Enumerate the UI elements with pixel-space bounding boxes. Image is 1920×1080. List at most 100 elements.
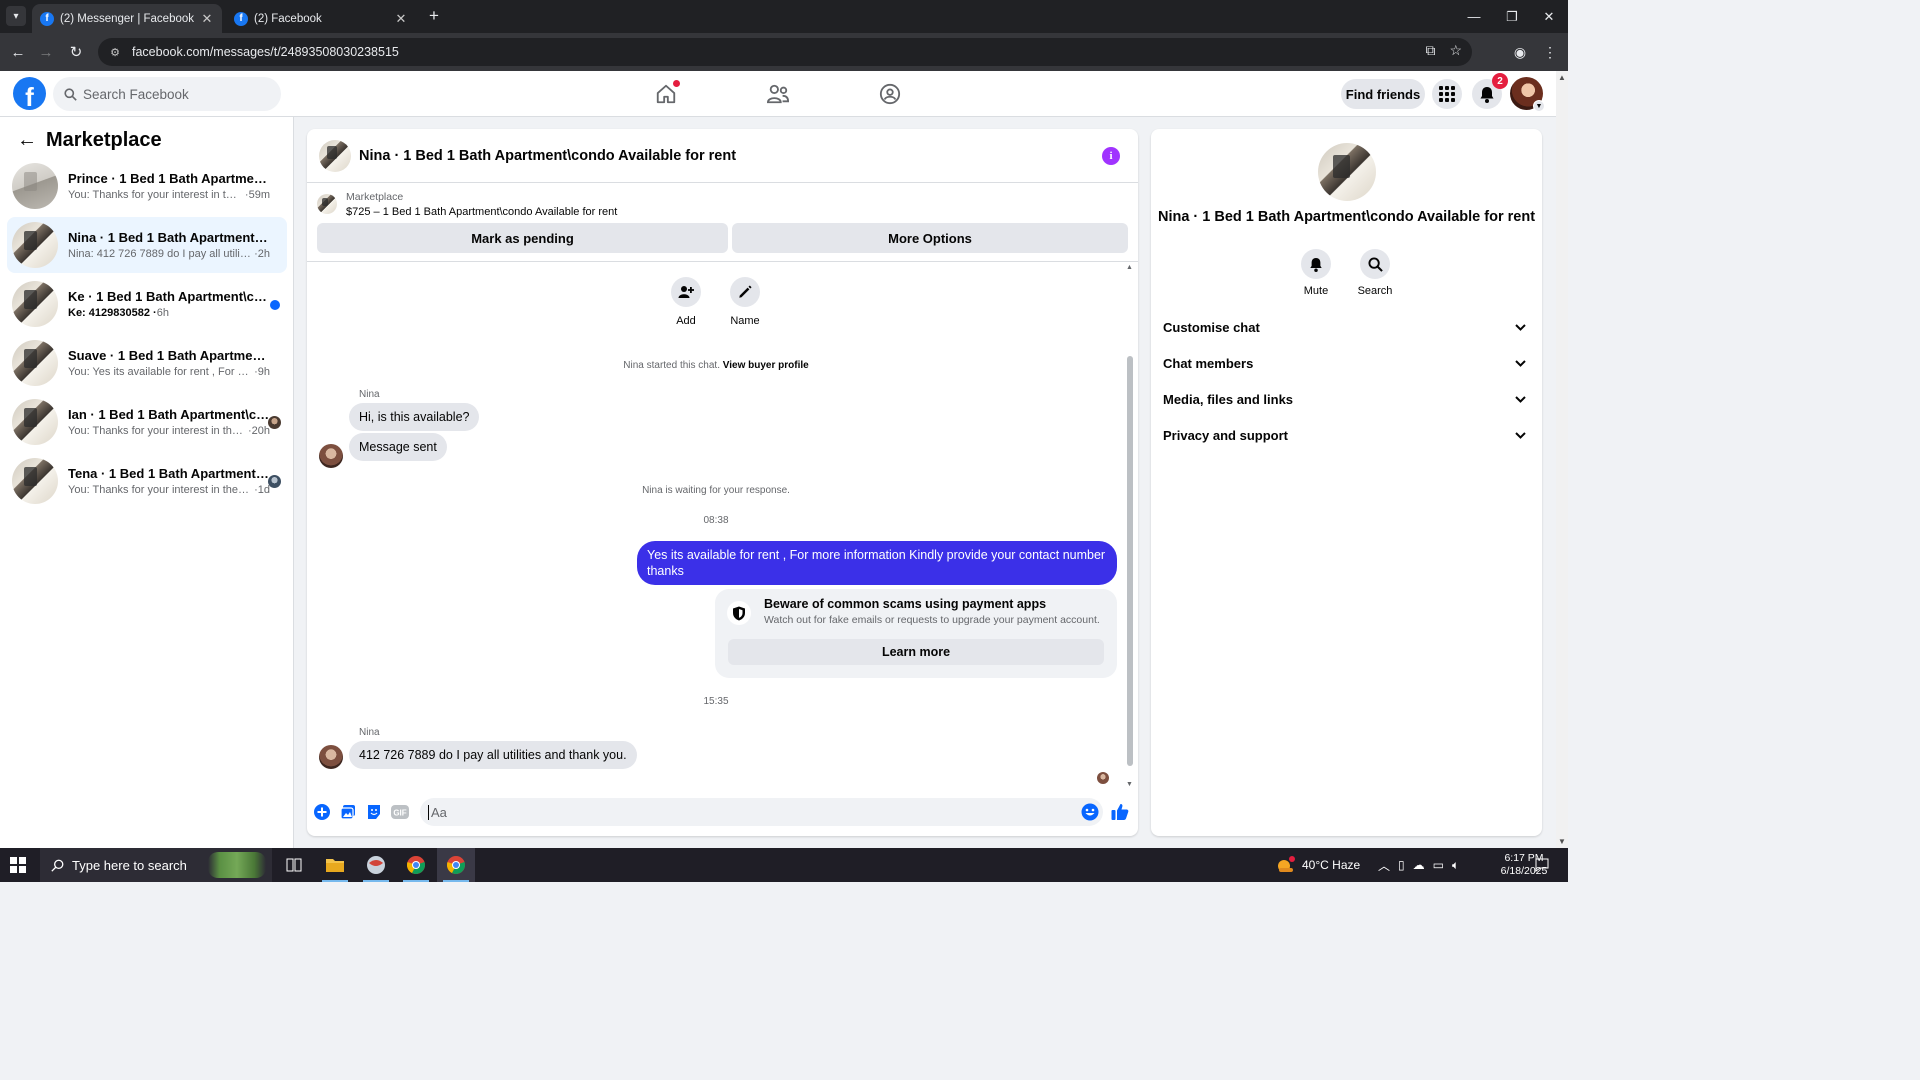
conversation-item-tena[interactable]: Tena · 1 Bed 1 Bath Apartment\condo Avai… — [7, 453, 287, 509]
device-icon[interactable]: ▯ — [1398, 858, 1405, 872]
incoming-message[interactable]: Message sent — [349, 433, 447, 461]
bookmark-star-icon[interactable]: ☆ — [1449, 42, 1462, 59]
mute-action[interactable]: Mute — [1291, 249, 1341, 297]
chevron-up-icon[interactable]: ︿ — [1378, 857, 1390, 874]
browser-tab-messenger[interactable]: f (2) Messenger | Facebook ✕ — [32, 4, 222, 33]
scroll-up-arrow-icon[interactable]: ▲ — [1126, 264, 1133, 271]
new-tab-button[interactable]: + — [424, 6, 444, 26]
left-panel-header: ← Marketplace — [16, 129, 162, 152]
info-title: Nina · 1 Bed 1 Bath Apartment\condo Avai… — [1157, 209, 1536, 225]
chat-scrollbar[interactable]: ▲ ▼ — [1126, 264, 1134, 788]
conversation-item-suave[interactable]: Suave · 1 Bed 1 Bath Apartment\condo Ava… — [7, 335, 287, 391]
more-options-button[interactable]: More Options — [732, 223, 1128, 253]
volume-icon[interactable]: 🔈︎ — [1452, 858, 1459, 873]
chat-profile-picture[interactable] — [1318, 143, 1376, 201]
scam-warning-card: Beware of common scams using payment app… — [715, 589, 1117, 678]
taskbar-search[interactable]: Type here to search — [40, 848, 272, 882]
chat-info-panel: Nina · 1 Bed 1 Bath Apartment\condo Avai… — [1151, 129, 1542, 836]
chevron-down-icon — [1513, 428, 1527, 442]
info-icon[interactable]: i — [1102, 147, 1120, 165]
address-bar[interactable]: ⚙ facebook.com/messages/t/24893508030238… — [98, 38, 1472, 66]
search-input[interactable] — [83, 86, 263, 102]
back-arrow-icon[interactable]: ← — [16, 129, 38, 152]
sticker-icon[interactable] — [365, 803, 383, 821]
back-button[interactable]: ← — [7, 41, 29, 63]
chat-avatar[interactable] — [319, 140, 351, 172]
account-avatar[interactable]: ▼ — [1510, 77, 1545, 112]
gif-icon[interactable]: GIF — [391, 803, 409, 821]
scrollbar-thumb[interactable] — [1127, 356, 1133, 766]
search-in-chat-action[interactable]: Search — [1350, 249, 1400, 297]
restore-window-button[interactable]: ❐ — [1493, 0, 1531, 33]
tab-search-button[interactable]: ▾ — [6, 6, 26, 26]
close-tab-icon[interactable]: ✕ — [200, 11, 214, 27]
sender-avatar[interactable] — [319, 745, 343, 769]
groups-nav[interactable] — [875, 79, 905, 109]
conversation-item-prince[interactable]: Prince · 1 Bed 1 Bath Apartment\condo Av… — [7, 158, 287, 214]
message-input-box[interactable] — [420, 798, 1103, 826]
home-nav[interactable] — [651, 79, 681, 109]
sender-avatar[interactable] — [319, 444, 343, 468]
thumbs-up-icon[interactable] — [1110, 802, 1130, 822]
friends-icon — [766, 84, 790, 104]
chevron-down-icon — [1513, 320, 1527, 334]
conversation-item-ke[interactable]: Ke · 1 Bed 1 Bath Apartment\condo Availa… — [7, 276, 287, 332]
mark-as-pending-button[interactable]: Mark as pending — [317, 223, 728, 253]
media-files-links-section[interactable]: Media, files and links — [1163, 384, 1533, 414]
menu-button[interactable] — [1432, 79, 1462, 109]
chrome-profile-icon[interactable] — [437, 848, 475, 882]
scroll-up-arrow-icon[interactable]: ▲ — [1558, 73, 1566, 82]
url-text: facebook.com/messages/t/2489350803023851… — [132, 45, 399, 59]
bell-icon — [1480, 86, 1494, 103]
notifications-button[interactable]: 2 — [1472, 73, 1508, 109]
name-chat-action[interactable]: Name — [715, 277, 775, 327]
site-info-icon[interactable]: ⚙ — [108, 45, 122, 59]
page-scrollbar[interactable]: ▲ ▼ — [1556, 71, 1568, 848]
chat-members-section[interactable]: Chat members — [1163, 348, 1533, 378]
notifications-center-icon[interactable] — [1530, 848, 1554, 882]
learn-more-button[interactable]: Learn more — [728, 639, 1104, 665]
home-notification-dot — [673, 80, 680, 87]
file-explorer-icon[interactable] — [316, 848, 354, 882]
facebook-logo[interactable]: f — [13, 77, 46, 110]
profile-icon[interactable]: ◉ — [1509, 41, 1531, 63]
reload-button[interactable]: ↻ — [65, 41, 87, 63]
install-app-icon[interactable]: ⧉ — [1425, 42, 1435, 59]
task-view-icon[interactable] — [275, 848, 313, 882]
emoji-icon[interactable] — [1081, 803, 1099, 821]
scroll-down-arrow-icon[interactable]: ▼ — [1126, 781, 1133, 788]
conversation-name: Ian · 1 Bed 1 Bath Apartment\condo Avail… — [68, 407, 270, 422]
forward-button[interactable]: → — [35, 41, 57, 63]
add-people-action[interactable]: Add — [656, 277, 716, 327]
windows-start-icon[interactable] — [10, 857, 26, 873]
incoming-message[interactable]: 412 726 7889 do I pay all utilities and … — [349, 741, 637, 769]
cloud-icon[interactable]: ☁ — [1413, 858, 1425, 872]
view-buyer-profile-link[interactable]: View buyer profile — [723, 360, 809, 371]
app-icon[interactable] — [357, 848, 395, 882]
weather-widget[interactable]: 40°C Haze — [1276, 848, 1360, 882]
close-window-button[interactable]: ✕ — [1530, 0, 1568, 33]
message-input[interactable] — [428, 804, 1068, 820]
chrome-icon[interactable] — [397, 848, 435, 882]
facebook-search[interactable] — [53, 77, 281, 111]
privacy-support-section[interactable]: Privacy and support — [1163, 420, 1533, 450]
scam-warning-title: Beware of common scams using payment app… — [764, 597, 1047, 611]
chat-title[interactable]: Nina · 1 Bed 1 Bath Apartment\condo Avai… — [359, 148, 736, 164]
marketplace-listing-banner[interactable]: Marketplace $725 – 1 Bed 1 Bath Apartmen… — [317, 191, 1128, 221]
outgoing-message[interactable]: Yes its available for rent , For more in… — [637, 541, 1117, 585]
find-friends-button[interactable]: Find friends — [1341, 79, 1425, 109]
incoming-message[interactable]: Hi, is this available? — [349, 403, 480, 431]
close-tab-icon[interactable]: ✕ — [394, 11, 408, 27]
plus-circle-icon[interactable] — [313, 803, 331, 821]
friends-nav[interactable] — [763, 79, 793, 109]
notification-badge: 2 — [1492, 73, 1508, 89]
photo-icon[interactable] — [339, 803, 357, 821]
customise-chat-section[interactable]: Customise chat — [1163, 312, 1533, 342]
network-icon[interactable]: ▭ — [1433, 858, 1444, 872]
conversation-item-nina[interactable]: Nina · 1 Bed 1 Bath Apartment\condo Avai… — [7, 217, 287, 273]
browser-tab-facebook[interactable]: f (2) Facebook ✕ — [226, 4, 416, 33]
scroll-down-arrow-icon[interactable]: ▼ — [1558, 837, 1566, 846]
minimize-window-button[interactable]: — — [1455, 0, 1493, 33]
browser-menu-icon[interactable]: ⋮ — [1539, 41, 1561, 63]
conversation-item-ian[interactable]: Ian · 1 Bed 1 Bath Apartment\condo Avail… — [7, 394, 287, 450]
